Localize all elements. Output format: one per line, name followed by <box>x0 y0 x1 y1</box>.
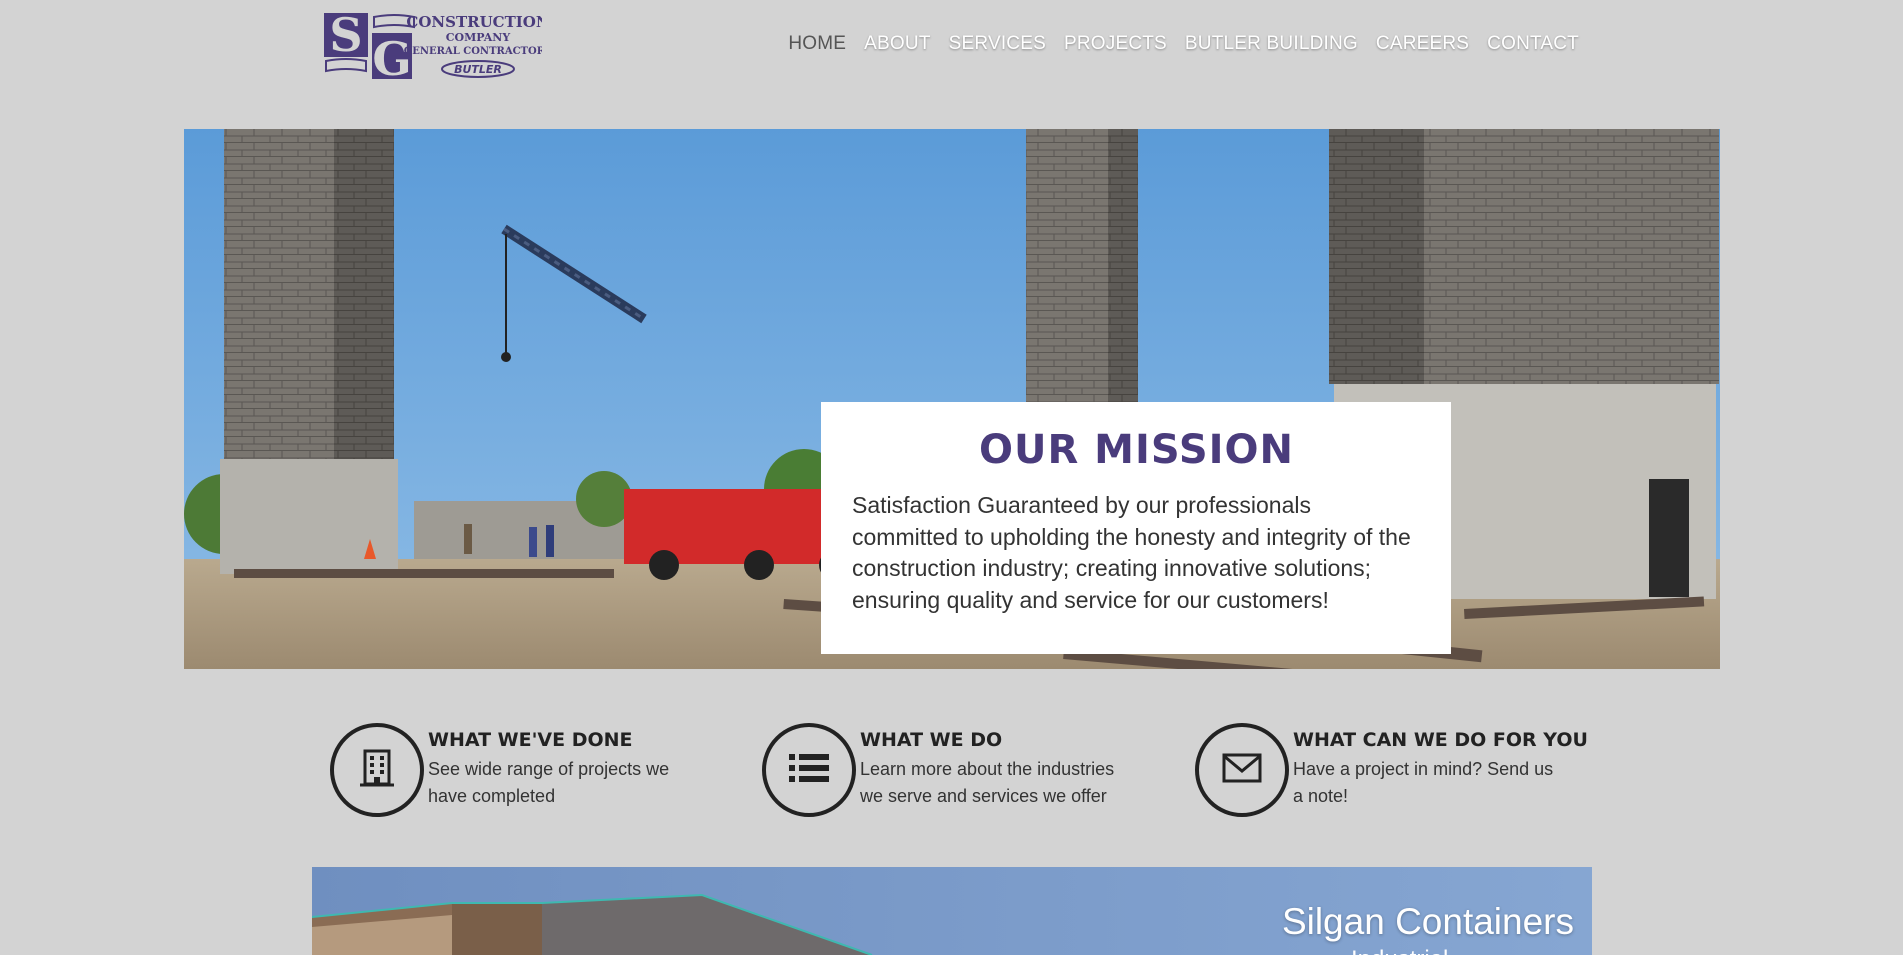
feature-what-can-we-do[interactable]: WHAT CAN WE DO FOR YOU Have a project in… <box>1195 723 1588 818</box>
nav-butler-building[interactable]: BUTLER BUILDING <box>1185 33 1358 55</box>
feature-circle[interactable] <box>762 723 856 817</box>
feature-circle[interactable] <box>1195 723 1289 817</box>
nav-about[interactable]: ABOUT <box>864 33 930 55</box>
feature-title[interactable]: WHAT WE'VE DONE <box>428 729 633 751</box>
nav-services[interactable]: SERVICES <box>949 33 1046 55</box>
feature-description: Learn more about the industries we serve… <box>860 759 1115 806</box>
feature-what-we-do[interactable]: WHAT WE DO Learn more about the industri… <box>762 723 1122 818</box>
feature-description: See wide range of projects we have compl… <box>428 759 670 806</box>
mission-text: Satisfaction Guaranteed by our professio… <box>852 492 1411 614</box>
hero-banner: OUR MISSION Satisfaction Guaranteed by o… <box>184 129 1720 669</box>
list-icon <box>789 752 829 789</box>
logo-badge: BUTLER <box>454 63 502 76</box>
svg-text:S: S <box>329 13 362 62</box>
nav-careers[interactable]: CAREERS <box>1376 33 1469 55</box>
logo-line2: COMPANY <box>446 31 511 44</box>
logo-line1: CONSTRUCTION <box>406 13 542 31</box>
company-logo[interactable]: S G CONSTRUCTION COMPANY GENERAL CONTRAC… <box>324 13 542 81</box>
feature-circle[interactable] <box>330 723 424 817</box>
building-icon <box>359 748 395 793</box>
envelope-icon <box>1222 753 1262 788</box>
mission-card: OUR MISSION Satisfaction Guaranteed by o… <box>821 402 1451 654</box>
feature-description: Have a project in mind? Send us a note! <box>1293 759 1554 806</box>
feature-title[interactable]: WHAT WE DO <box>860 729 1002 751</box>
nav-projects[interactable]: PROJECTS <box>1064 33 1167 55</box>
main-nav: HOME ABOUT SERVICES PROJECTS BUTLER BUIL… <box>770 33 1579 55</box>
mission-title: OUR MISSION <box>978 427 1295 473</box>
feature-title[interactable]: WHAT CAN WE DO FOR YOU <box>1293 729 1588 751</box>
feature-what-weve-done[interactable]: WHAT WE'VE DONE See wide range of projec… <box>330 723 690 818</box>
nav-home[interactable]: HOME <box>788 33 846 55</box>
logo-line3: GENERAL CONTRACTORS <box>404 46 542 57</box>
nav-contact[interactable]: CONTACT <box>1487 33 1579 55</box>
project-slide[interactable]: Silgan Containers Industrial <box>312 867 1592 955</box>
project-title[interactable]: Silgan Containers <box>1282 901 1574 943</box>
project-category: Industrial <box>1351 946 1448 955</box>
